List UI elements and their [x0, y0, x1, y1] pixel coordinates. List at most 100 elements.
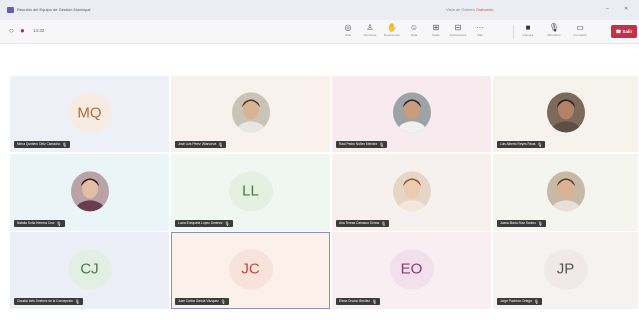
participant-name-label: Juan Carlos García Vázquez 🎙: [175, 298, 229, 305]
leave-button[interactable]: ☎ Salir: [611, 25, 637, 38]
mic-muted-icon: 🎙: [371, 299, 378, 304]
participant-initials: LL: [228, 170, 273, 211]
participant-name: Luis Alberto Reyes Rivas: [500, 142, 536, 146]
rooms-button[interactable]: ⊞ Salas: [425, 23, 447, 37]
reactions-button[interactable]: ✋ Reacciones: [381, 23, 403, 37]
view-button[interactable]: ☺ Vista: [403, 23, 425, 37]
people-label: Personas: [363, 33, 377, 37]
mic-muted-icon: 🎙: [56, 221, 62, 226]
chat-button[interactable]: ◎ Chat: [337, 23, 359, 37]
participant-name-label: Natalia Sofía Herrera Cruz 🎙: [14, 220, 65, 227]
participant-tile[interactable]: José Luis Pérez Villanueva 🎙: [171, 76, 330, 152]
microphone-icon: 🎙: [548, 23, 560, 32]
participant-tile[interactable]: MQ Mirna Quintero Ortiz Camacho 🎙: [10, 76, 169, 152]
participant-name-label: Elena Orozco Benítez 🎙: [336, 298, 381, 305]
more-icon: ···: [476, 23, 484, 32]
view-button-label: Vista: [410, 33, 418, 37]
participant-tile[interactable]: Raúl Pedro Núñez Méndez 🎙: [332, 76, 491, 152]
share-icon: ▭: [576, 23, 584, 32]
mic-muted-icon: 🎙: [537, 142, 543, 147]
mic-muted-icon: 🎙: [379, 142, 385, 147]
participant-photo: [546, 92, 585, 133]
participant-name: Lucía Enriqueta López Jiménez: [178, 221, 223, 225]
participant-initials: CJ: [67, 248, 112, 289]
mic-muted-icon: 🎙: [537, 221, 543, 226]
participant-name: Ana Teresa Carrasco Ochoa: [339, 221, 380, 225]
participant-name: Juana María Ruiz Santos: [500, 221, 536, 225]
participant-name: Juan Carlos García Vázquez: [178, 299, 219, 303]
meeting-toolbar: ○ ● 14:32 ◎ Chat ♙ Personas ✋ Reacciones…: [0, 20, 639, 44]
minimize-icon[interactable]: –: [606, 6, 609, 12]
participant-tile[interactable]: JC Juan Carlos García Vázquez 🎙: [171, 232, 330, 309]
participant-name: Elena Orozco Benítez: [339, 299, 371, 303]
participant-tile[interactable]: LL Lucía Enriqueta López Jiménez 🎙: [171, 154, 330, 231]
participant-name-label: José Luis Pérez Villanueva 🎙: [175, 141, 227, 148]
apps-label: Aplicaciones: [449, 33, 467, 37]
meeting-timer: 14:32: [33, 28, 45, 33]
view-status[interactable]: Vista de Galería Grabando: [446, 7, 494, 12]
chat-icon: ◎: [344, 23, 352, 32]
smiley-icon: ☺: [409, 23, 419, 32]
microphone-button[interactable]: 🎙 Micrófono: [543, 23, 565, 37]
participant-tile[interactable]: EO Elena Orozco Benítez 🎙: [332, 232, 491, 309]
share-label: Compartir: [573, 33, 587, 37]
reaction-icon: ✋: [387, 23, 397, 32]
participant-photo: [392, 170, 431, 211]
toolbar-divider: [513, 25, 514, 39]
participant-initials: MQ: [67, 92, 112, 133]
participant-name-label: Luis Alberto Reyes Rivas 🎙: [497, 141, 546, 148]
mic-muted-icon: 🎙: [381, 221, 387, 226]
view-label: Vista de Galería: [446, 7, 475, 12]
participant-name: Jorge Pacheco Ortega: [500, 299, 532, 303]
people-icon: ♙: [366, 23, 374, 32]
participant-tile[interactable]: Ana Teresa Carrasco Ochoa 🎙: [332, 154, 491, 231]
participant-initials: EO: [389, 248, 434, 289]
rooms-label: Salas: [432, 33, 440, 37]
participant-tile[interactable]: Luis Alberto Reyes Rivas 🎙: [493, 76, 638, 152]
leave-label: Salir: [622, 29, 633, 34]
camera-button[interactable]: ■ Cámara: [517, 23, 539, 37]
mic-muted-icon: 🎙: [74, 299, 80, 304]
mic-muted-icon: 🎙: [218, 142, 224, 147]
participant-name-label: Juana María Ruiz Santos 🎙: [497, 220, 546, 227]
apps-icon: ⊟: [454, 23, 462, 32]
window-title: Reunión del Equipo de Gestión Municipal: [17, 7, 91, 12]
participant-name-label: Mirna Quintero Ortiz Camacho 🎙: [14, 141, 71, 148]
participant-name: Raúl Pedro Núñez Méndez: [339, 142, 378, 146]
more-button[interactable]: ··· Más: [469, 23, 491, 37]
participant-photo: [546, 170, 585, 211]
camera-label: Cámara: [522, 33, 534, 37]
teams-logo-icon: [7, 7, 14, 13]
grid-icon: ⊞: [432, 23, 440, 32]
mic-muted-icon: 🎙: [62, 142, 68, 147]
microphone-label: Micrófono: [547, 33, 561, 37]
participant-tile[interactable]: JP Jorge Pacheco Ortega 🎙: [493, 232, 638, 309]
people-button[interactable]: ♙ Personas: [359, 23, 381, 37]
participant-initials: JP: [543, 248, 588, 289]
participant-name-label: Ana Teresa Carrasco Ochoa 🎙: [336, 220, 390, 227]
share-button[interactable]: ▭ Compartir: [569, 23, 591, 37]
recording-dot-icon: ●: [20, 26, 25, 35]
close-icon[interactable]: ✕: [624, 6, 628, 12]
participant-initials: JC: [228, 248, 273, 289]
participant-name-label: Raúl Pedro Núñez Méndez 🎙: [336, 141, 388, 148]
apps-button[interactable]: ⊟ Aplicaciones: [447, 23, 469, 37]
participant-name-label: Jorge Pacheco Ortega 🎙: [497, 298, 542, 305]
reactions-label: Reacciones: [384, 33, 400, 37]
camera-icon: ■: [525, 23, 531, 32]
participant-name: Natalia Sofía Herrera Cruz: [17, 221, 55, 225]
participant-tile[interactable]: Juana María Ruiz Santos 🎙: [493, 154, 638, 231]
shield-icon: ○: [9, 26, 14, 35]
participant-photo: [231, 92, 270, 133]
participant-name-label: Claudia Inés Jiménez de la Concepción 🎙: [14, 298, 83, 305]
participant-name: José Luis Pérez Villanueva: [178, 142, 217, 146]
participant-photo: [392, 92, 431, 133]
participant-name: Mirna Quintero Ortiz Camacho: [17, 142, 61, 146]
more-label: Más: [477, 33, 483, 37]
participant-tile[interactable]: Natalia Sofía Herrera Cruz 🎙: [10, 154, 169, 231]
participant-tile[interactable]: CJ Claudia Inés Jiménez de la Concepción 🎙: [10, 232, 169, 309]
mic-muted-icon: 🎙: [220, 299, 226, 304]
chat-label: Chat: [344, 33, 352, 37]
title-bar: Reunión del Equipo de Gestión Municipal …: [0, 0, 639, 20]
recording-label: Grabando: [475, 7, 494, 12]
